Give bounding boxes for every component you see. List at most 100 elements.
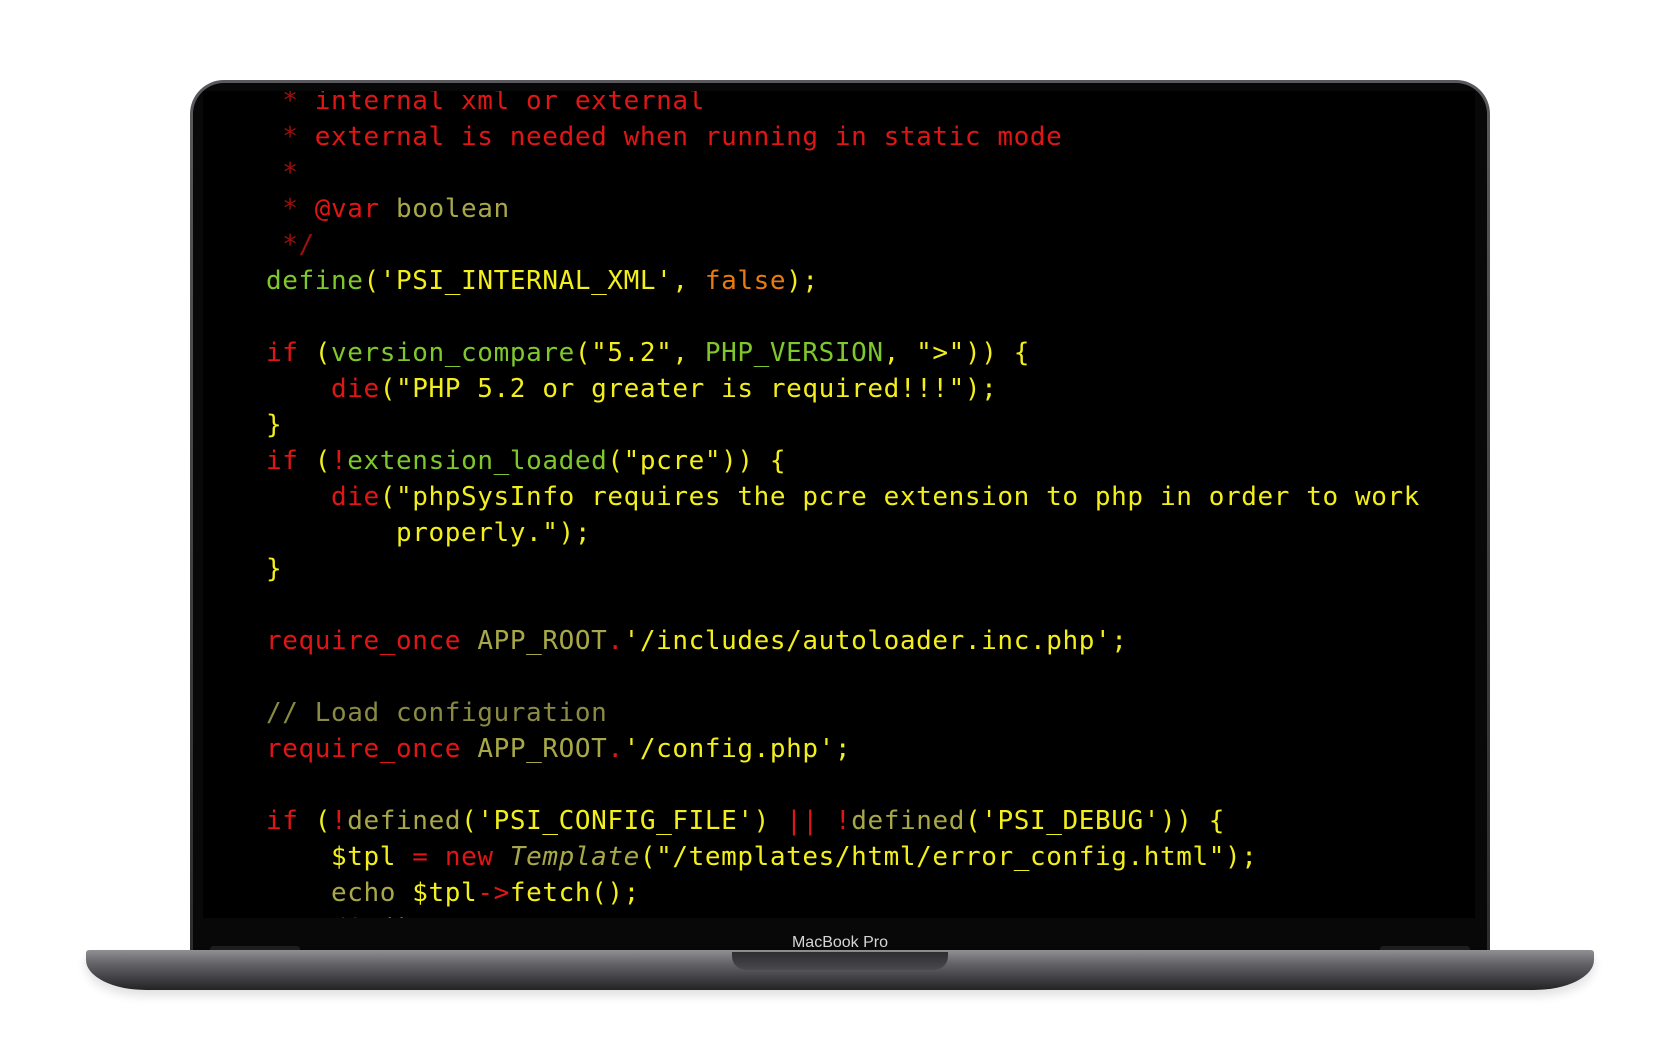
code-token: ->: [477, 878, 510, 908]
code-token: ("5.2",: [574, 338, 705, 368]
code-token: =: [412, 842, 429, 872]
code-line: if (!defined('PSI_CONFIG_FILE') || !defi…: [266, 803, 1420, 839]
code-token: ("/templates/html/error_config.html");: [639, 842, 1258, 872]
code-token: APP_ROOT: [477, 734, 608, 764]
code-line: if (version_compare("5.2", PHP_VERSION, …: [266, 335, 1420, 371]
code-line: * external is needed when running in sta…: [266, 119, 1420, 155]
code-token: 'PSI_INTERNAL_XML': [379, 266, 673, 296]
laptop-mockup: * internal xml or external * external is…: [0, 0, 1680, 1046]
code-token: '/config.php';: [623, 734, 852, 764]
code-token: ("pcre")) {: [607, 446, 787, 476]
code-token: APP_ROOT: [477, 626, 608, 656]
code-token: version_compare: [331, 338, 575, 368]
code-line: * internal xml or external: [266, 91, 1420, 119]
code-token: properly.");: [266, 518, 592, 548]
code-token: *: [266, 122, 315, 152]
code-token: !: [331, 446, 348, 476]
code-token: @var: [314, 194, 380, 224]
code-token: ("PHP 5.2 or greater is required!!!");: [379, 374, 998, 404]
code-token: .: [607, 734, 624, 764]
code-line: *: [266, 155, 1420, 191]
code-token: require_once: [266, 626, 462, 656]
code-token: (: [363, 266, 380, 296]
code-token: (: [298, 338, 332, 368]
code-token: ,: [672, 266, 705, 296]
code-token: $tpl: [396, 878, 478, 908]
code-token: PHP_VERSION: [704, 338, 884, 368]
code-token: ('PSI_CONFIG_FILE'): [461, 806, 787, 836]
screen: * internal xml or external * external is…: [203, 91, 1475, 918]
trackpad-notch: [732, 952, 948, 970]
screen-bezel: * internal xml or external * external is…: [193, 83, 1487, 958]
code-line: die("PHP 5.2 or greater is required!!!")…: [266, 371, 1420, 407]
code-token: fetch();: [509, 878, 640, 908]
code-token: defined: [347, 806, 462, 836]
code-line: * @var boolean: [266, 191, 1420, 227]
code-token: new: [444, 842, 494, 872]
code-token: boolean: [379, 194, 510, 224]
code-token: !: [834, 806, 852, 836]
code-token: echo: [331, 878, 397, 908]
code-token: }: [266, 554, 283, 584]
code-line: require_once APP_ROOT.'/config.php';: [266, 731, 1420, 767]
code-line: die();: [266, 911, 1420, 918]
code-token: ||: [786, 806, 819, 836]
code-token: die: [331, 482, 380, 512]
code-line: if (!extension_loaded("pcre")) {: [266, 443, 1420, 479]
code-token: Template: [509, 842, 640, 872]
code-line: require_once APP_ROOT.'/includes/autoloa…: [266, 623, 1420, 659]
code-token: define: [266, 266, 364, 296]
code-token: (: [298, 446, 332, 476]
code-token: ('PSI_DEBUG')) {: [964, 806, 1226, 836]
code-line: define('PSI_INTERNAL_XML', false);: [266, 263, 1420, 299]
laptop-lid: * internal xml or external * external is…: [190, 80, 1490, 958]
code-token: *: [266, 158, 299, 188]
code-line: }: [266, 551, 1420, 587]
code-token: // Load configuration: [266, 698, 608, 728]
code-token: !: [331, 806, 348, 836]
code-token: if: [266, 806, 299, 836]
code-token: *: [266, 91, 315, 116]
code-line: // Load configuration: [266, 695, 1420, 731]
code-token: internal xml or external: [314, 91, 705, 116]
code-line: die("phpSysInfo requires the pcre extens…: [266, 479, 1420, 515]
code-token: if: [266, 446, 299, 476]
code-token: false: [704, 266, 787, 296]
code-token: .: [607, 626, 624, 656]
code-line: properly.");: [266, 515, 1420, 551]
code-token: die: [331, 914, 380, 918]
code-token: */: [266, 230, 315, 260]
code-token: );: [786, 266, 819, 296]
code-token: extension_loaded: [347, 446, 608, 476]
code-token: '/includes/autoloader.inc.php';: [623, 626, 1128, 656]
code-token: (: [298, 806, 332, 836]
code-token: defined: [851, 806, 965, 836]
code-line: $tpl = new Template("/templates/html/err…: [266, 839, 1420, 875]
code-token: $tpl: [266, 842, 413, 872]
code-token: ("phpSysInfo requires the pcre extension…: [379, 482, 1420, 512]
code-line: }: [266, 407, 1420, 443]
code-token: }: [266, 410, 283, 440]
code-token: require_once: [266, 734, 462, 764]
code-line: */: [266, 227, 1420, 263]
code-token: external is needed when running in stati…: [314, 122, 1063, 152]
code-token: ();: [380, 914, 429, 918]
code-token: die: [331, 374, 380, 404]
code-token: *: [266, 194, 315, 224]
code-token: , ">")) {: [883, 338, 1030, 368]
code-line: echo $tpl->fetch();: [266, 875, 1420, 911]
code-editor[interactable]: * internal xml or external * external is…: [266, 91, 1420, 918]
